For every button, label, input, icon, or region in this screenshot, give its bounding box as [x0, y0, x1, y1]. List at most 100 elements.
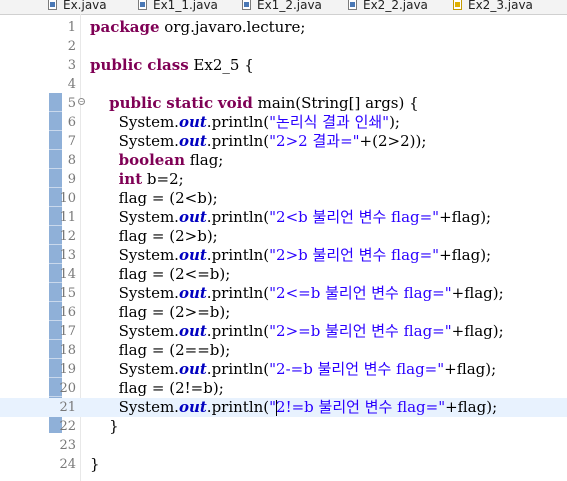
- line-number: 11: [59, 210, 76, 225]
- code-line[interactable]: 1 package org.javaro.lecture;: [0, 18, 567, 37]
- string-token: "논리식 결과 인쇄": [269, 113, 390, 131]
- code-token: +flag);: [439, 246, 492, 264]
- field-token: out: [178, 132, 207, 150]
- code-token: org.javaro.lecture;: [159, 18, 306, 36]
- tab-ex1_1-java[interactable]: Ex1_1.java: [138, 0, 218, 14]
- code-token: .println(: [206, 132, 270, 150]
- code-line[interactable]: 12 flag = (2>b);: [0, 227, 567, 246]
- code-token: System.: [90, 322, 179, 340]
- line-number: 3: [67, 58, 76, 73]
- code-line[interactable]: 9 int b=2;: [0, 170, 567, 189]
- text-caret: [276, 400, 277, 416]
- code-token: .println(: [206, 208, 270, 226]
- code-line[interactable]: 11 System.out.println("2<b 불리언 변수 flag="…: [0, 208, 567, 227]
- tab-label: Ex1_1.java: [153, 0, 218, 12]
- tab-label: Ex1_2.java: [257, 0, 322, 12]
- line-number: 20: [59, 381, 76, 396]
- code-line[interactable]: 8 boolean flag;: [0, 151, 567, 170]
- code-text: public class Ex2_5 {: [90, 56, 254, 75]
- code-text: System.out.println("2<b 불리언 변수 flag="+fl…: [90, 208, 492, 227]
- code-line[interactable]: 4: [0, 75, 567, 94]
- string-token: "2<=b 불리언 변수 flag=": [269, 284, 452, 302]
- code-line[interactable]: 18 flag = (2==b);: [0, 341, 567, 360]
- code-token: }: [90, 417, 119, 435]
- line-number: 1: [67, 20, 76, 35]
- line-number: 9: [67, 172, 76, 187]
- keyword-token: void: [217, 94, 253, 112]
- code-line[interactable]: 13 System.out.println("2>b 불리언 변수 flag="…: [0, 246, 567, 265]
- tab-label: Ex2_2.java: [363, 0, 428, 12]
- code-line[interactable]: 6 System.out.println("논리식 결과 인쇄");: [0, 113, 567, 132]
- code-token: System.: [90, 360, 179, 378]
- code-token: +flag);: [445, 398, 498, 416]
- code-text: flag = (2==b);: [90, 341, 231, 360]
- line-number: 6: [67, 115, 76, 130]
- java-file-icon: [138, 0, 147, 10]
- code-token: flag = (2<b);: [90, 189, 218, 207]
- code-line[interactable]: 14 flag = (2<=b);: [0, 265, 567, 284]
- string-token: "2>=b 불리언 변수 flag=": [269, 322, 452, 340]
- code-line[interactable]: 15 System.out.println("2<=b 불리언 변수 flag=…: [0, 284, 567, 303]
- code-line[interactable]: 7 System.out.println("2>2 결과="+(2>2));: [0, 132, 567, 151]
- code-line[interactable]: 5− public static void main(String[] args…: [0, 94, 567, 113]
- code-line[interactable]: 10 flag = (2<b);: [0, 189, 567, 208]
- java-file-icon: [242, 0, 251, 10]
- string-token: "2<b 불리언 변수 flag=": [269, 208, 440, 226]
- code-line[interactable]: 3 public class Ex2_5 {: [0, 56, 567, 75]
- keyword-token: public: [109, 94, 162, 112]
- code-token: System.: [90, 132, 179, 150]
- tab-ex2_2-java[interactable]: Ex2_2.java: [348, 0, 428, 14]
- field-token: out: [178, 113, 207, 131]
- string-token: "2>2 결과=": [269, 132, 360, 150]
- line-number: 8: [67, 153, 76, 168]
- code-token: main(String[] args) {: [252, 94, 419, 112]
- code-token: System.: [90, 284, 179, 302]
- code-line[interactable]: 2: [0, 37, 567, 56]
- tab-ex-java[interactable]: Ex.java: [48, 0, 107, 14]
- editor-tab-bar: Ex.java Ex1_1.java Ex1_2.java Ex2_2.java Ex2…: [0, 0, 567, 15]
- code-token: flag = (2!=b);: [90, 379, 224, 397]
- line-number: 22: [59, 419, 76, 434]
- string-token: "2!=b 불리언 변수 flag=": [269, 398, 446, 416]
- keyword-token: boolean: [118, 151, 185, 169]
- code-line[interactable]: 17 System.out.println("2>=b 불리언 변수 flag=…: [0, 322, 567, 341]
- code-token: System.: [90, 398, 179, 416]
- field-token: out: [178, 246, 207, 264]
- tab-label: Ex2_3.java: [468, 0, 533, 12]
- code-token: System.: [90, 246, 179, 264]
- code-text: package org.javaro.lecture;: [90, 18, 305, 37]
- java-file-icon: [48, 0, 57, 10]
- line-number: 13: [59, 248, 76, 263]
- code-token: flag = (2>b);: [90, 227, 218, 245]
- fold-toggle-icon[interactable]: −: [78, 98, 85, 105]
- code-line[interactable]: 24}: [0, 455, 567, 474]
- code-text: int b=2;: [90, 170, 184, 189]
- code-token: );: [389, 113, 400, 131]
- line-number: 23: [59, 438, 76, 453]
- code-line[interactable]: 21 System.out.println("2!=b 불리언 변수 flag=…: [0, 398, 567, 417]
- code-text: System.out.println("2>=b 불리언 변수 flag="+f…: [90, 322, 504, 341]
- code-line[interactable]: 23: [0, 436, 567, 455]
- code-token: System.: [90, 113, 179, 131]
- line-number: 18: [59, 343, 76, 358]
- line-number: 12: [59, 229, 76, 244]
- line-number: 2: [67, 39, 76, 54]
- line-number: 15: [59, 286, 76, 301]
- code-line[interactable]: 22 }: [0, 417, 567, 436]
- code-line[interactable]: 19 System.out.println("2-=b 불리언 변수 flag=…: [0, 360, 567, 379]
- tab-ex1_2-java[interactable]: Ex1_2.java: [242, 0, 322, 14]
- code-text: }: [90, 455, 100, 474]
- tab-ex2_3-java[interactable]: Ex2_3.java: [453, 0, 533, 14]
- java-file-icon: [348, 0, 357, 10]
- code-text: System.out.println("2>2 결과="+(2>2));: [90, 132, 427, 151]
- code-token: System.: [90, 208, 179, 226]
- line-number: 19: [59, 362, 76, 377]
- keyword-token: class: [147, 56, 189, 74]
- code-token: +flag);: [439, 208, 492, 226]
- code-line[interactable]: 16 flag = (2>=b);: [0, 303, 567, 322]
- line-number: 4: [67, 77, 76, 92]
- code-text: boolean flag;: [90, 151, 224, 170]
- code-line[interactable]: 20 flag = (2!=b);: [0, 379, 567, 398]
